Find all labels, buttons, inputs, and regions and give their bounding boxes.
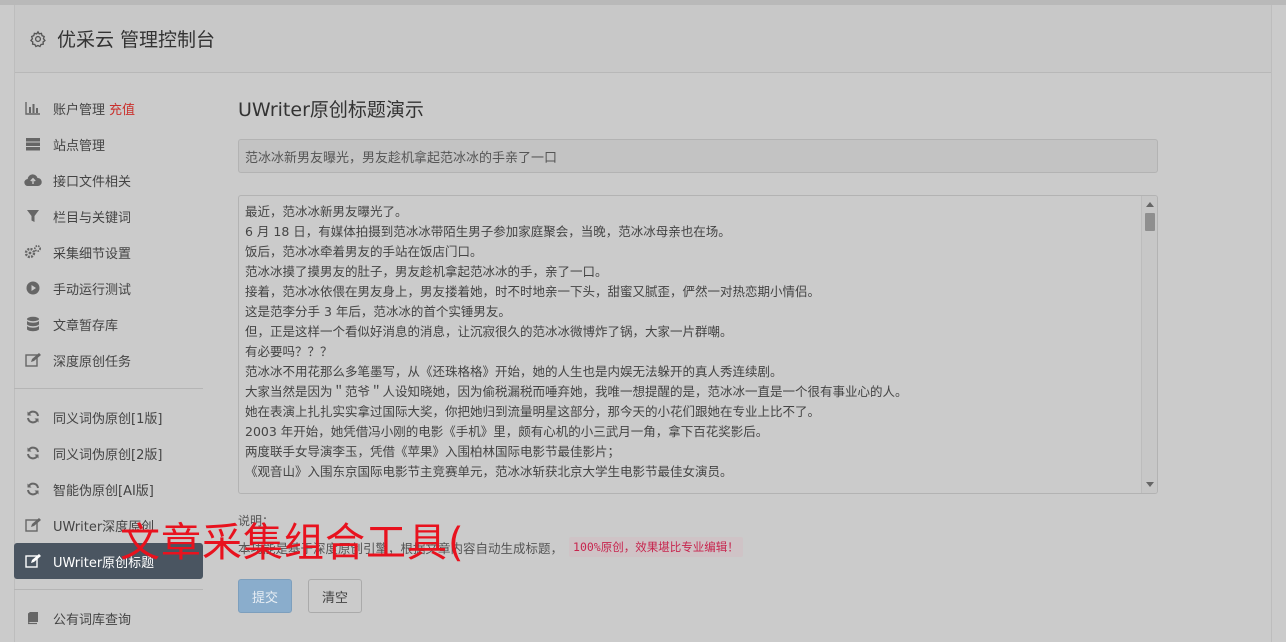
submit-button[interactable]: 提交	[238, 579, 292, 613]
article-line: 《观音山》入围东京国际电影节主竞赛单元，范冰冰斩获北京大学生电影节最佳女演员。	[245, 464, 733, 479]
article-line: 但，正是这样一个看似好消息的消息，让沉寂很久的范冰冰微博炸了锅，大家一片群嘲。	[245, 324, 733, 339]
article-line: 她在表演上扎扎实实拿过国际大奖，你把她归到流量明星这部分，那今天的小花们跟她在专…	[245, 404, 821, 419]
app-header: 优采云 管理控制台	[15, 5, 1271, 73]
article-text: 最近，范冰冰新男友曝光了。 6 月 18 日，有媒体拍摄到范冰冰带陌生男子参加家庭…	[239, 196, 1157, 482]
scroll-thumb[interactable]	[1145, 213, 1155, 231]
article-line: 最近，范冰冰新男友曝光了。	[245, 204, 408, 219]
app-title: 优采云 管理控制台	[57, 29, 216, 51]
sidebar-item-label: 手动运行测试	[53, 282, 132, 298]
page-title: UWriter原创标题演示	[238, 99, 424, 121]
sidebar-item-label: 接口文件相关	[53, 174, 132, 190]
sidebar-item-manual-run[interactable]: 手动运行测试	[14, 270, 203, 306]
article-line: 大家当然是因为＂范爷＂人设知晓她，因为偷税漏税而唾弃她，我唯一想提醒的是，范冰冰…	[245, 384, 908, 399]
sidebar-item-label: 公有词库查询	[53, 612, 132, 628]
edit-icon	[24, 517, 42, 533]
sidebar-item-label: 采集细节设置	[53, 246, 132, 262]
sidebar-item-article-store[interactable]: 文章暂存库	[14, 306, 203, 342]
refresh-icon	[24, 481, 42, 497]
article-line: 6 月 18 日，有媒体拍摄到范冰冰带陌生男子参加家庭聚会，当晚，范冰冰母亲也在…	[245, 224, 731, 239]
refresh-icon	[24, 409, 42, 425]
sidebar-item-label: 账户管理	[53, 102, 106, 118]
sidebar-item-account[interactable]: 账户管理 充值	[14, 90, 203, 126]
article-line: 接着，范冰冰依偎在男友身上，男友搂着她，时不时地亲一下头，甜蜜又腻歪，俨然一对热…	[245, 284, 821, 299]
article-line: 两度联手女导演李玉，凭借《苹果》入围柏林国际电影节最佳影片；	[245, 444, 621, 459]
note-highlight: 100%原创，效果堪比专业编辑！	[569, 537, 743, 557]
sidebar-item-label: 同义词伪原创[2版]	[53, 447, 163, 463]
server-icon	[24, 136, 42, 152]
sidebar-item-public-lexicon[interactable]: 公有词库查询	[14, 600, 203, 636]
article-line: 这是范李分手 3 年后，范冰冰的首个实锤男友。	[245, 304, 511, 319]
bar-chart-icon	[24, 100, 42, 116]
article-scrollbar[interactable]	[1141, 196, 1157, 493]
clear-button[interactable]: 清空	[308, 579, 362, 613]
sidebar-item-sites[interactable]: 站点管理	[14, 126, 203, 162]
scroll-up-icon[interactable]	[1146, 202, 1154, 207]
sidebar-item-columns-keywords[interactable]: 栏目与关键词	[14, 198, 203, 234]
article-line: 有必要吗？？？	[245, 344, 333, 359]
article-line: 范冰冰不用花那么多笔墨写，从《还珠格格》开始，她的人生也是内娱无法躲开的真人秀连…	[245, 364, 783, 379]
sidebar-item-interface-files[interactable]: 接口文件相关	[14, 162, 203, 198]
sidebar-item-collect-settings[interactable]: 采集细节设置	[14, 234, 203, 270]
sidebar-item-label: 同义词伪原创[1版]	[53, 411, 163, 427]
sidebar-item-label: 深度原创任务	[53, 354, 132, 370]
article-line: 饭后，范冰冰牵着男友的手站在饭店门口。	[245, 244, 483, 259]
sidebar-item-ai-rewrite[interactable]: 智能伪原创[AI版]	[14, 471, 203, 507]
article-line: 2003 年开始，她凭借冯小刚的电影《手机》里，颇有心机的小三武月一角，拿下百花…	[245, 424, 769, 439]
sidebar-divider	[14, 589, 203, 590]
sidebar-item-label: 栏目与关键词	[53, 210, 132, 226]
sidebar-item-label: 站点管理	[53, 138, 106, 154]
database-icon	[24, 316, 42, 332]
generated-title-value: 范冰冰新男友曝光，男友趁机拿起范冰冰的手亲了一口	[245, 150, 558, 166]
sidebar-item-synonym-v2[interactable]: 同义词伪原创[2版]	[14, 435, 203, 471]
watermark-overlay-text: 文章采集组合工具(	[120, 520, 465, 566]
gear-icon	[29, 30, 47, 48]
article-textarea[interactable]: 最近，范冰冰新男友曝光了。 6 月 18 日，有媒体拍摄到范冰冰带陌生男子参加家庭…	[238, 195, 1158, 494]
cogs-icon	[24, 244, 42, 260]
recharge-link[interactable]: 充值	[109, 99, 135, 118]
generated-title-field[interactable]: 范冰冰新男友曝光，男友趁机拿起范冰冰的手亲了一口	[238, 139, 1158, 173]
book-icon	[24, 610, 42, 626]
action-buttons: 提交 清空	[238, 579, 1158, 613]
sidebar-divider	[14, 388, 203, 389]
sidebar-item-label: 智能伪原创[AI版]	[53, 483, 154, 499]
cloud-upload-icon	[24, 172, 42, 188]
filter-icon	[24, 208, 42, 224]
edit-icon	[24, 553, 42, 569]
sidebar-item-label: 文章暂存库	[53, 318, 119, 334]
play-circle-icon	[24, 280, 42, 296]
scroll-down-icon[interactable]	[1146, 482, 1154, 487]
refresh-icon	[24, 445, 42, 461]
sidebar-item-deep-original-task[interactable]: 深度原创任务	[14, 342, 203, 378]
article-line: 范冰冰摸了摸男友的肚子，男友趁机拿起范冰冰的手，亲了一口。	[245, 264, 608, 279]
edit-icon	[24, 352, 42, 368]
sidebar-item-synonym-v1[interactable]: 同义词伪原创[1版]	[14, 399, 203, 435]
